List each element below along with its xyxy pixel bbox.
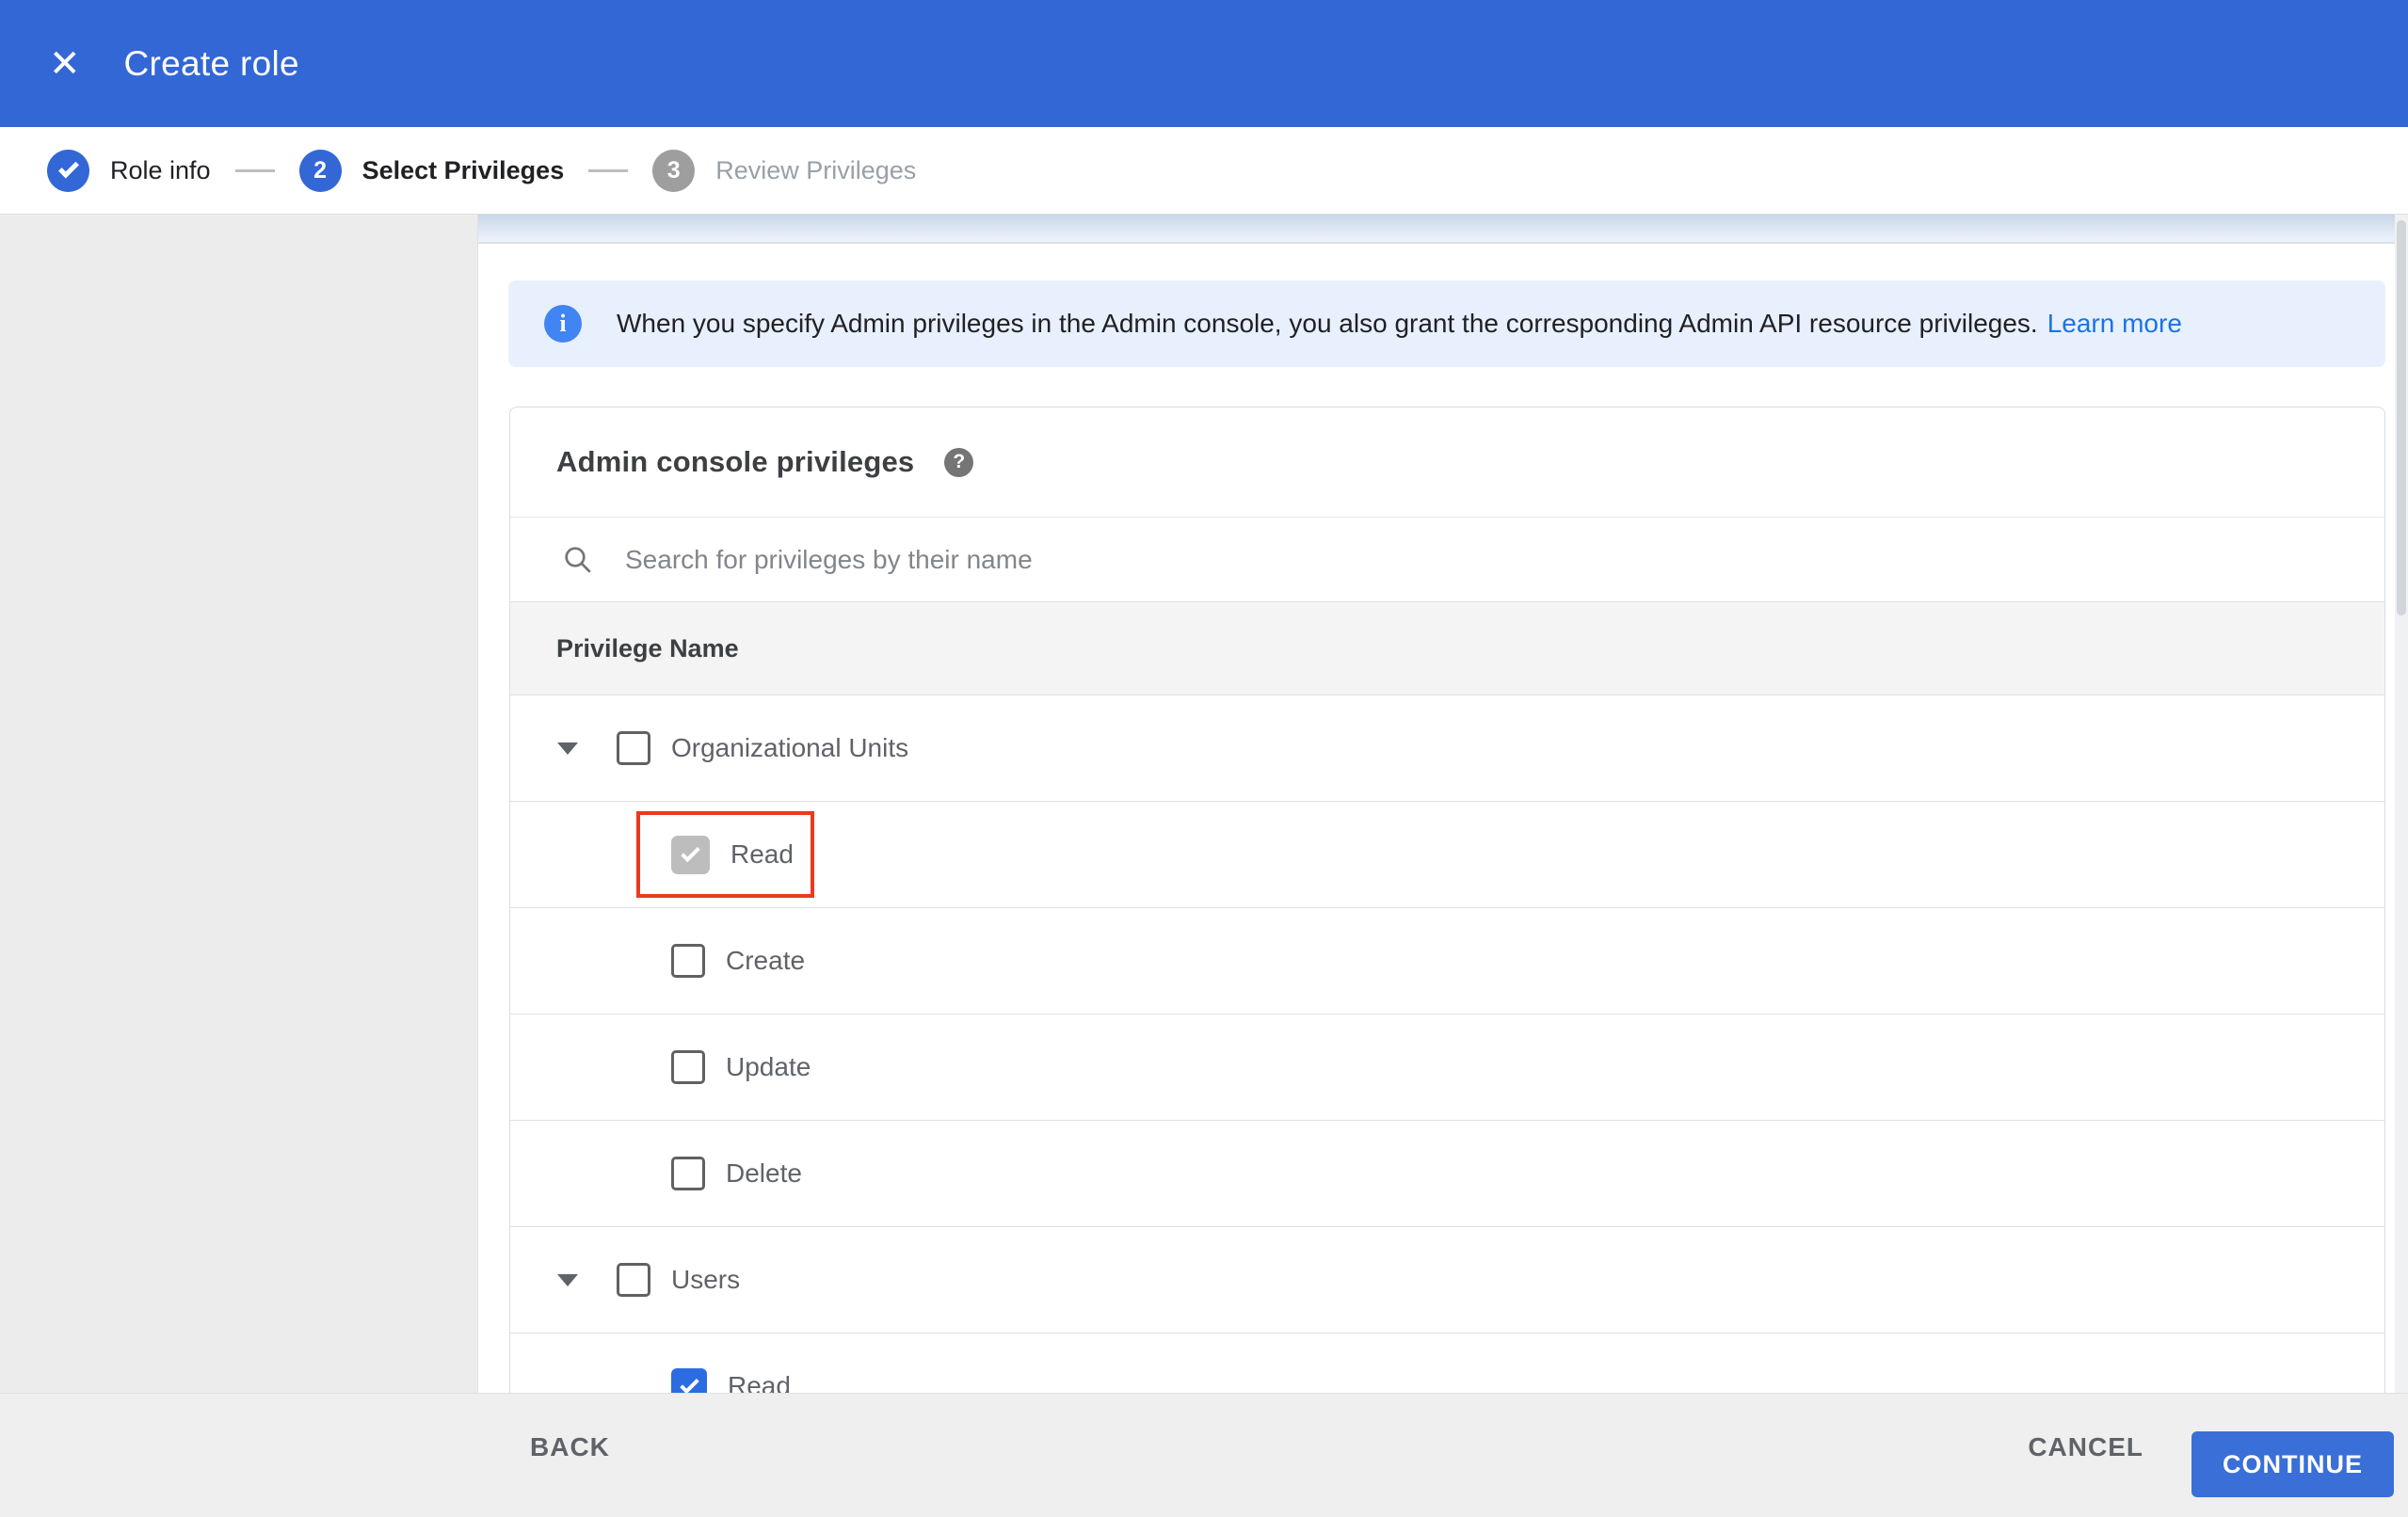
checkbox-delete[interactable] [671,1157,705,1190]
privilege-label[interactable]: Delete [726,1158,802,1189]
dialog-header: ✕ Create role [0,0,2408,127]
left-panel [0,215,478,1393]
footer-bar: BACK CANCEL CONTINUE [0,1393,2408,1517]
scrollbar[interactable] [2395,215,2408,1393]
privilege-row-create: Create [510,907,2384,1014]
expand-arrow-icon[interactable] [557,1273,578,1286]
privilege-row-users: Users [510,1226,2384,1333]
privilege-label[interactable]: Read [730,839,794,870]
help-icon[interactable]: ? [944,447,974,477]
highlight-box: Read [636,811,814,898]
privilege-row-update: Update [510,1014,2384,1120]
expand-arrow-icon[interactable] [557,742,578,755]
table-header-row: Privilege Name [510,601,2384,695]
page-title: Create role [123,43,299,83]
step-connector [234,168,275,172]
step-completed-check-icon [47,149,89,192]
privilege-label[interactable]: Organizational Units [671,733,908,763]
step-role-info[interactable]: Role info [47,149,211,192]
privileges-card: Admin console privileges ? Privilege Nam… [509,407,2385,1393]
checkbox-users[interactable] [617,1263,650,1297]
privilege-label[interactable]: Update [726,1052,811,1082]
privilege-row-delete: Delete [510,1120,2384,1226]
search-row [510,517,2384,601]
step-label-role-info: Role info [110,155,211,184]
check-icon [679,1374,699,1393]
back-button[interactable]: BACK [530,1432,610,1462]
stepper: Role info 2 Select Privileges 3 Review P… [0,127,2408,215]
search-input[interactable] [625,544,1943,575]
card-title: Admin console privileges [556,445,915,478]
privilege-row-read: Read [510,1333,2384,1393]
privilege-label[interactable]: Read [728,1371,791,1393]
step-label-review-privileges: Review Privileges [715,155,917,184]
cancel-button[interactable]: CANCEL [2028,1432,2143,1462]
checkbox-organizational-units[interactable] [617,731,650,765]
step-label-select-privileges: Select Privileges [361,155,565,184]
checkbox-update[interactable] [671,1050,705,1084]
search-icon [565,546,591,573]
check-icon [681,842,700,862]
step-select-privileges[interactable]: 2 Select Privileges [298,149,565,192]
card-header: Admin console privileges ? [510,407,2384,517]
privilege-label[interactable]: Create [726,946,805,976]
info-banner: i When you specify Admin privileges in t… [508,280,2385,367]
checkbox-read[interactable] [671,1368,707,1393]
privilege-name-header: Privilege Name [556,633,739,663]
banner-text: When you specify Admin privileges in the… [617,309,2038,338]
privilege-label[interactable]: Users [671,1265,740,1295]
learn-more-link[interactable]: Learn more [2047,309,2182,339]
step-number-3: 3 [652,149,696,192]
checkbox-create[interactable] [671,944,705,978]
checkbox-read[interactable] [671,835,710,874]
content-top-strip [478,215,2395,244]
step-connector [588,168,629,172]
step-review-privileges: 3 Review Privileges [652,149,917,192]
step-number-2: 2 [298,149,342,192]
continue-button[interactable]: CONTINUE [2191,1431,2394,1497]
privilege-row-organizational-units: Organizational Units [510,695,2384,801]
info-icon: i [544,305,582,343]
privilege-rows: Organizational Units Read Create Update Dele… [510,695,2384,1393]
privilege-row-read: Read [510,801,2384,907]
close-icon[interactable]: ✕ [49,45,81,83]
scrollbar-thumb[interactable] [2397,220,2406,615]
